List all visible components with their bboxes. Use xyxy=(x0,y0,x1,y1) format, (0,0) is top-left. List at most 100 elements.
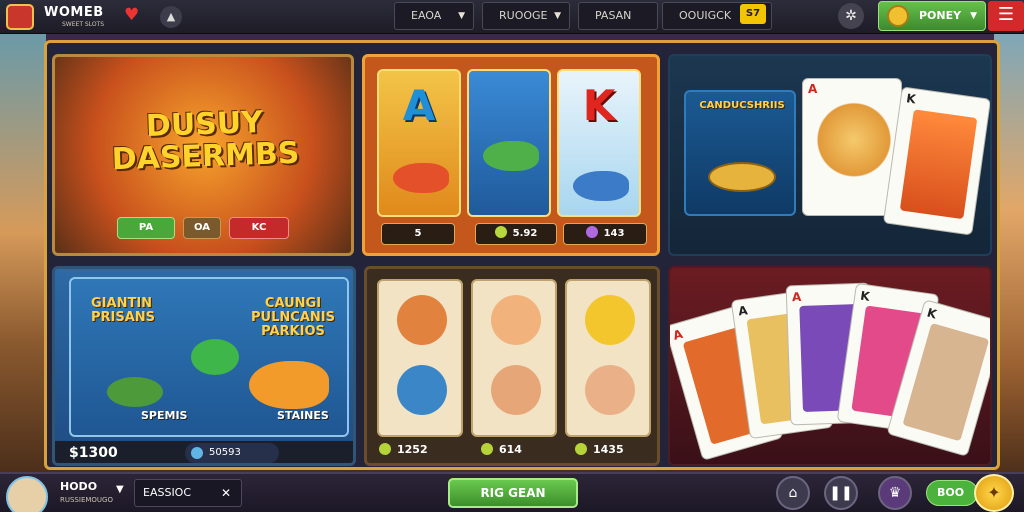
shop-icon[interactable]: ✦ xyxy=(974,474,1014,512)
card-corner: A xyxy=(671,326,685,343)
slot-card-k: K xyxy=(557,69,641,217)
card-corner: K xyxy=(925,305,939,322)
beach-scenery-left xyxy=(0,34,46,474)
fish-icon xyxy=(393,163,449,193)
game-tile-cards[interactable]: CANDUCSHRIIS A K xyxy=(668,54,992,256)
game-tile-portraits[interactable]: 1252 614 1435 xyxy=(364,266,660,466)
value-1: 1252 xyxy=(379,439,428,461)
playing-card-king: K xyxy=(882,86,990,236)
card-corner: A xyxy=(808,82,818,96)
tile-1-button-red[interactable]: KC xyxy=(229,217,289,239)
fish-icon xyxy=(191,339,239,375)
portrait-card xyxy=(565,279,651,437)
menu-button[interactable]: ☰ xyxy=(988,1,1024,31)
game-tile-dusuy[interactable]: DUSUY DASERMBS PA OA KC xyxy=(52,54,354,256)
money-button[interactable]: PONEY ▼ xyxy=(878,1,986,31)
pause-icon[interactable]: ❚❚ xyxy=(824,476,858,510)
app-title: WOMEB xyxy=(44,5,104,20)
dropdown-3-label: PASAN xyxy=(595,9,632,22)
money-label: PONEY xyxy=(919,9,962,22)
card-art xyxy=(817,99,891,201)
gem-icon xyxy=(575,443,587,455)
thumbnail-title-left: GIANTIN PRISANS xyxy=(91,296,156,325)
dropdown-4-label: OOUIGCK xyxy=(679,9,732,22)
slot-letter: A xyxy=(402,81,436,130)
gem-icon xyxy=(379,443,391,455)
chevron-down-icon: ▼ xyxy=(554,11,561,21)
game-thumbnail: CANDUCSHRIIS xyxy=(684,90,796,216)
settings-icon[interactable]: ✲ xyxy=(838,3,864,29)
bell-icon xyxy=(585,295,635,345)
game-tile-card-fan[interactable]: A A A K K xyxy=(668,266,992,466)
green-pill-button[interactable]: BOO xyxy=(926,480,978,506)
slot-card-fish xyxy=(467,69,551,217)
footer-dropdown-label: EASSIOC xyxy=(143,486,192,499)
expand-icon: ✕ xyxy=(220,486,231,500)
tile-1-button-green[interactable]: PA xyxy=(117,217,175,239)
player-name: HODO xyxy=(60,480,98,493)
slot-value: 5.92 xyxy=(475,223,557,245)
card-corner: A xyxy=(791,289,802,305)
card-art xyxy=(902,322,990,442)
game-thumbnail: GIANTIN PRISANS CAUNGI PULNCANIS PARKIOS… xyxy=(69,277,349,437)
dropdown-2[interactable]: RUOOGE ▼ xyxy=(482,2,570,30)
card-corner: K xyxy=(859,288,871,304)
dropdown-2-label: RUOOGE xyxy=(499,9,548,22)
chevron-down-icon: ▼ xyxy=(458,11,465,21)
card-art xyxy=(899,109,978,220)
play-button[interactable]: RIG GEAN xyxy=(448,478,578,508)
value-text: 1252 xyxy=(397,443,428,456)
chevron-down-icon[interactable]: ▼ xyxy=(116,484,124,495)
player-subtitle: RUSSIEMOUGO xyxy=(60,496,113,504)
fish-icon xyxy=(249,361,329,409)
top-bar: WOMEB SWEET SLOTS ♥ ▲ EAOA ▼ RUOOGE ▼ PA… xyxy=(0,0,1024,34)
slot-value: 5 xyxy=(381,223,455,245)
gem-value-text: 50593 xyxy=(209,447,241,458)
slot-card-a: A xyxy=(377,69,461,217)
portrait-card xyxy=(377,279,463,437)
thumbnail-label-left: SPEMIS xyxy=(141,409,188,422)
tile-1-button-brown[interactable]: OA xyxy=(183,217,221,239)
thumbnail-title: CANDUCSHRIIS xyxy=(699,100,785,111)
home-icon[interactable]: ⌂ xyxy=(776,476,810,510)
dropdown-3[interactable]: PASAN xyxy=(578,2,658,30)
value-text: 1435 xyxy=(593,443,624,456)
gem-value: 50593 xyxy=(185,443,279,463)
girl-icon xyxy=(491,295,541,345)
thumbnail-title-right: CAUNGI PULNCANIS PARKIOS xyxy=(251,296,335,339)
coins-badge[interactable]: S7 xyxy=(740,4,766,24)
fish-icon xyxy=(483,141,539,171)
game-tile-slots[interactable]: A K 5 5.92 143 xyxy=(362,54,660,256)
dropdown-1-label: EAOA xyxy=(411,9,442,22)
slot-letter: K xyxy=(582,81,616,130)
portrait-card xyxy=(471,279,557,437)
turtle-icon xyxy=(107,377,163,407)
heart-icon[interactable]: ♥ xyxy=(124,6,144,24)
value-3: 1435 xyxy=(575,439,624,461)
game-tile-fish[interactable]: GIANTIN PRISANS CAUNGI PULNCANIS PARKIOS… xyxy=(52,266,356,466)
avatar[interactable] xyxy=(6,476,48,512)
slot-value-text: 5.92 xyxy=(512,228,538,239)
gem-icon xyxy=(481,443,493,455)
dropdown-1[interactable]: EAOA ▼ xyxy=(394,2,474,30)
game-title-line-2: DASERMBS xyxy=(111,135,300,178)
logo-icon xyxy=(6,4,34,30)
bottom-bar: HODO RUSSIEMOUGO ▼ EASSIOC ✕ RIG GEAN ⌂ … xyxy=(0,472,1024,512)
footer-dropdown[interactable]: EASSIOC ✕ xyxy=(134,479,242,507)
game-title: DUSUY DASERMBS xyxy=(104,105,306,178)
card-corner: K xyxy=(905,91,917,107)
trophy-icon[interactable]: ♛ xyxy=(878,476,912,510)
fish-icon xyxy=(573,171,629,201)
gem-icon xyxy=(191,447,203,459)
chevron-down-icon: ▼ xyxy=(970,11,977,21)
app-subtitle: SWEET SLOTS xyxy=(62,21,105,28)
coin-icon xyxy=(887,5,909,27)
tile-4-value-bar: $1300 50593 xyxy=(55,441,353,463)
tile-5-value-bar: 1252 614 1435 xyxy=(371,439,657,461)
value-text: 614 xyxy=(499,443,522,456)
gem-icon xyxy=(494,226,507,238)
hat-fish-icon xyxy=(397,295,447,345)
upgrade-button[interactable]: ▲ xyxy=(160,6,182,28)
card-corner: A xyxy=(737,303,749,319)
thumbnail-label-right: STAINES xyxy=(277,409,329,422)
